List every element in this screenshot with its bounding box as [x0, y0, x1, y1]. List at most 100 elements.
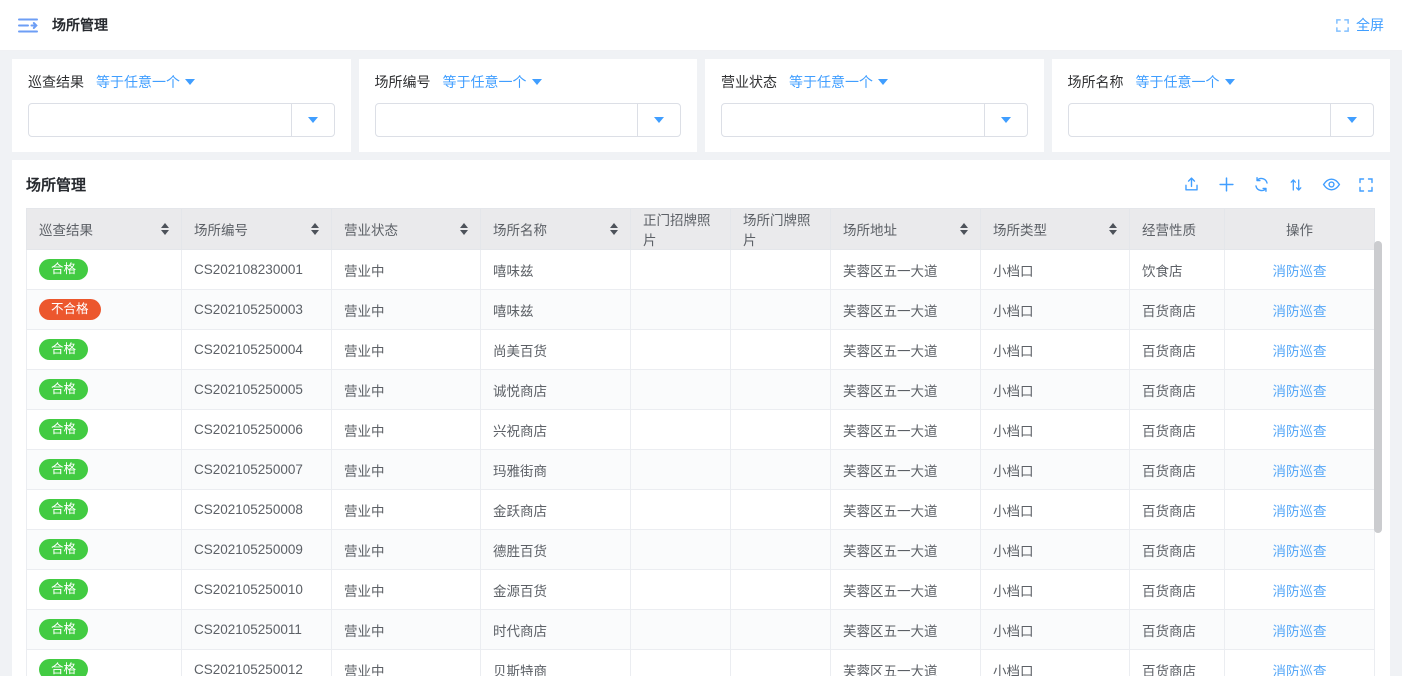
- filter-select-value[interactable]: [29, 104, 291, 136]
- page-title: 场所管理: [52, 15, 108, 35]
- table-row: 合格CS202108230001营业中嘻味兹芙蓉区五一大道小档口饮食店消防巡查: [27, 250, 1375, 290]
- sort-icon[interactable]: [161, 223, 169, 235]
- cell-venue-name: 时代商店: [481, 610, 631, 650]
- column-header-3[interactable]: 营业状态: [332, 209, 481, 250]
- filter-row: 巡查结果等于任意一个场所编号等于任意一个营业状态等于任意一个场所名称等于任意一个: [12, 59, 1390, 152]
- fire-inspection-link[interactable]: 消防巡查: [1273, 664, 1327, 676]
- cell-door-plate-photo: [731, 570, 831, 610]
- filter-card-3: 营业状态等于任意一个: [705, 59, 1044, 152]
- cell-inspection-result: 合格: [27, 410, 182, 450]
- sort-icon[interactable]: [1109, 223, 1117, 235]
- fire-inspection-link[interactable]: 消防巡查: [1273, 424, 1327, 439]
- cell-actions: 消防巡查: [1225, 610, 1375, 650]
- cell-venue-code: CS202105250012: [182, 650, 332, 676]
- fullscreen-icon[interactable]: [1356, 175, 1376, 195]
- vertical-scrollbar[interactable]: [1374, 241, 1382, 533]
- cell-inspection-result: 合格: [27, 530, 182, 570]
- cell-front-sign-photo: [631, 290, 731, 330]
- cell-venue-name: 嘻味兹: [481, 250, 631, 290]
- export-icon[interactable]: [1181, 175, 1201, 195]
- cell-venue-type: 小档口: [981, 650, 1130, 676]
- cell-business-status: 营业中: [332, 410, 481, 450]
- cell-front-sign-photo: [631, 610, 731, 650]
- venue-panel: 场所管理 巡查结果场所编号营业状态场所名称正门招牌照片场所门牌照片场所地址场所类…: [12, 160, 1390, 676]
- refresh-icon[interactable]: [1251, 175, 1271, 195]
- column-header-8[interactable]: 场所类型: [981, 209, 1130, 250]
- filter-operator-label: 等于任意一个: [789, 72, 873, 92]
- cell-venue-address: 芙蓉区五一大道: [831, 450, 981, 490]
- fire-inspection-link[interactable]: 消防巡查: [1273, 544, 1327, 559]
- filter-select[interactable]: [1068, 103, 1375, 137]
- collapse-menu-icon[interactable]: [18, 17, 38, 34]
- fullscreen-toggle[interactable]: 全屏: [1335, 15, 1384, 35]
- cell-door-plate-photo: [731, 530, 831, 570]
- filter-select[interactable]: [28, 103, 335, 137]
- cell-venue-address: 芙蓉区五一大道: [831, 410, 981, 450]
- cell-venue-code: CS202105250004: [182, 330, 332, 370]
- cell-venue-name: 诚悦商店: [481, 370, 631, 410]
- fire-inspection-link[interactable]: 消防巡查: [1273, 624, 1327, 639]
- cell-inspection-result: 合格: [27, 370, 182, 410]
- cell-venue-code: CS202105250010: [182, 570, 332, 610]
- cell-door-plate-photo: [731, 330, 831, 370]
- filter-select[interactable]: [721, 103, 1028, 137]
- cell-business-status: 营业中: [332, 290, 481, 330]
- result-badge: 合格: [39, 339, 88, 361]
- table-row: 合格CS202105250004营业中尚美百货芙蓉区五一大道小档口百货商店消防巡…: [27, 330, 1375, 370]
- filter-select-value[interactable]: [1069, 104, 1331, 136]
- result-badge: 合格: [39, 459, 88, 481]
- cell-venue-name: 金源百货: [481, 570, 631, 610]
- column-header-7[interactable]: 场所地址: [831, 209, 981, 250]
- fire-inspection-link[interactable]: 消防巡查: [1273, 464, 1327, 479]
- column-label: 经营性质: [1142, 219, 1196, 239]
- sort-icon[interactable]: [460, 223, 468, 235]
- filter-operator-dropdown[interactable]: 等于任意一个: [789, 72, 888, 92]
- fire-inspection-link[interactable]: 消防巡查: [1273, 504, 1327, 519]
- filter-select-value[interactable]: [722, 104, 984, 136]
- column-label: 场所地址: [843, 219, 897, 239]
- filter-operator-dropdown[interactable]: 等于任意一个: [1136, 72, 1235, 92]
- fire-inspection-link[interactable]: 消防巡查: [1273, 384, 1327, 399]
- sort-icon[interactable]: [1286, 175, 1306, 195]
- filter-select[interactable]: [375, 103, 682, 137]
- add-icon[interactable]: [1216, 175, 1236, 195]
- cell-venue-address: 芙蓉区五一大道: [831, 330, 981, 370]
- cell-business-status: 营业中: [332, 370, 481, 410]
- cell-venue-code: CS202105250007: [182, 450, 332, 490]
- cell-door-plate-photo: [731, 610, 831, 650]
- cell-venue-address: 芙蓉区五一大道: [831, 570, 981, 610]
- cell-business-nature: 百货商店: [1130, 410, 1225, 450]
- cell-front-sign-photo: [631, 450, 731, 490]
- cell-actions: 消防巡查: [1225, 250, 1375, 290]
- venues-table: 巡查结果场所编号营业状态场所名称正门招牌照片场所门牌照片场所地址场所类型经营性质…: [26, 208, 1375, 676]
- fire-inspection-link[interactable]: 消防巡查: [1273, 584, 1327, 599]
- fire-inspection-link[interactable]: 消防巡查: [1273, 264, 1327, 279]
- chevron-down-icon: [878, 79, 888, 85]
- cell-door-plate-photo: [731, 450, 831, 490]
- filter-operator-dropdown[interactable]: 等于任意一个: [443, 72, 542, 92]
- sort-icon[interactable]: [311, 223, 319, 235]
- column-header-1[interactable]: 巡查结果: [27, 209, 182, 250]
- cell-venue-code: CS202105250011: [182, 610, 332, 650]
- filter-label: 场所名称: [1068, 72, 1124, 92]
- filter-card-1: 巡查结果等于任意一个: [12, 59, 351, 152]
- column-header-2[interactable]: 场所编号: [182, 209, 332, 250]
- sort-icon[interactable]: [960, 223, 968, 235]
- filter-head: 场所名称等于任意一个: [1068, 72, 1375, 92]
- column-header-4[interactable]: 场所名称: [481, 209, 631, 250]
- cell-venue-address: 芙蓉区五一大道: [831, 290, 981, 330]
- filter-select-value[interactable]: [376, 104, 638, 136]
- result-badge: 不合格: [39, 299, 101, 321]
- select-arrow[interactable]: [1330, 104, 1373, 136]
- select-arrow[interactable]: [984, 104, 1027, 136]
- fire-inspection-link[interactable]: 消防巡查: [1273, 304, 1327, 319]
- sort-icon[interactable]: [610, 223, 618, 235]
- visibility-icon[interactable]: [1321, 175, 1341, 195]
- filter-operator-dropdown[interactable]: 等于任意一个: [96, 72, 195, 92]
- cell-door-plate-photo: [731, 410, 831, 450]
- select-arrow[interactable]: [637, 104, 680, 136]
- panel-title: 场所管理: [26, 174, 86, 195]
- column-label: 场所名称: [493, 219, 547, 239]
- select-arrow[interactable]: [291, 104, 334, 136]
- fire-inspection-link[interactable]: 消防巡查: [1273, 344, 1327, 359]
